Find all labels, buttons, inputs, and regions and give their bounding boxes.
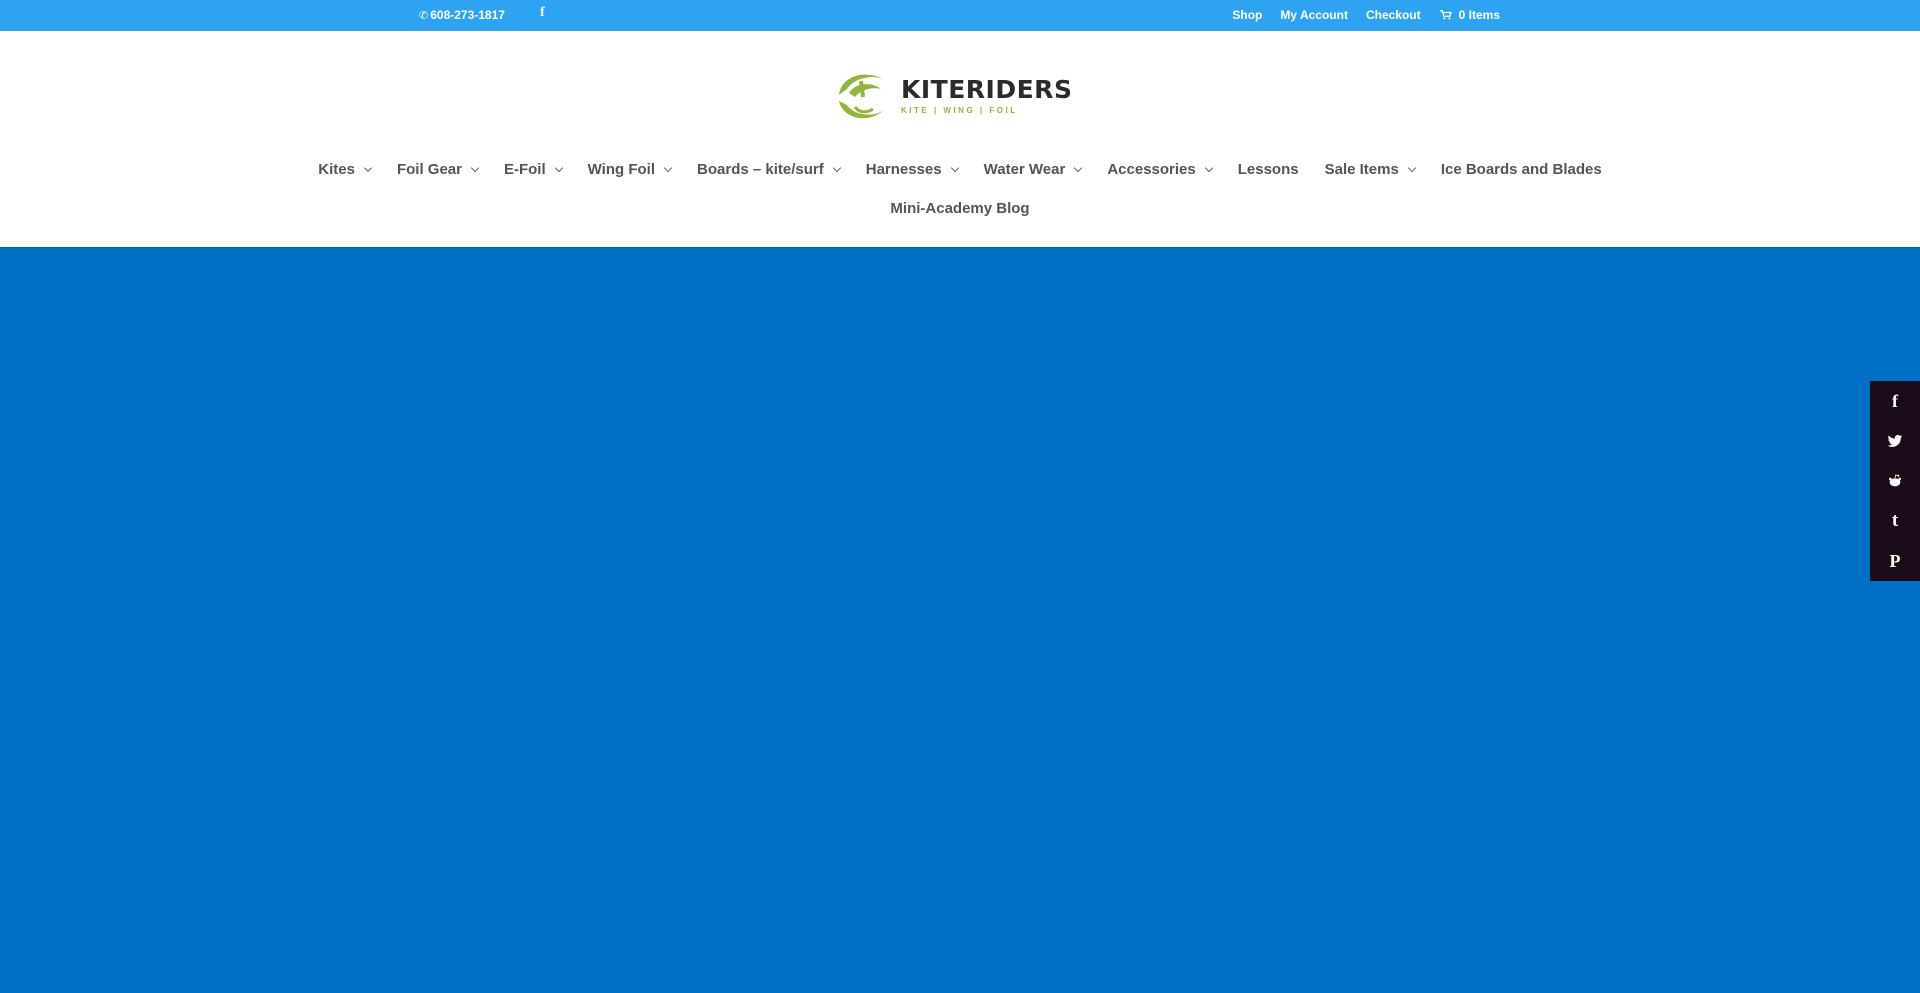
chevron-down-icon — [1204, 163, 1213, 173]
logo-text: KITERIDERS KITE | WING | FOIL — [901, 77, 1072, 115]
chevron-down-icon — [950, 163, 959, 173]
nav-item-harnesses[interactable]: Harnesses — [865, 161, 959, 178]
nav-item-label: Sale Items — [1324, 161, 1399, 178]
cart-link[interactable]: 0 Items — [1439, 8, 1500, 22]
site-header: KITERIDERS KITE | WING | FOIL Kites Foil … — [0, 31, 1920, 247]
nav-item-ice-boards-and-blades[interactable]: Ice Boards and Blades — [1441, 161, 1602, 178]
phone-text: 608-273-1817 — [430, 8, 505, 22]
nav-item-boards-kite-surf[interactable]: Boards – kite/surf — [697, 161, 841, 178]
nav-item-water-wear[interactable]: Water Wear — [983, 161, 1083, 178]
top-bar: ✆ 608-273-1817 f Shop My Account Checkou… — [0, 0, 1920, 31]
pinterest-icon: P — [1889, 550, 1901, 571]
facebook-icon[interactable]: f — [540, 5, 545, 21]
nav-item-label: Lessons — [1237, 161, 1299, 178]
nav-item-label: E-Foil — [503, 161, 546, 178]
nav-row: Mini-Academy Blog — [0, 200, 1920, 217]
nav-item-mini-academy-blog[interactable]: Mini-Academy Blog — [890, 200, 1029, 217]
phone-icon: ✆ — [419, 9, 429, 22]
chevron-down-icon — [554, 163, 563, 173]
nav-item-kites[interactable]: Kites — [318, 161, 373, 178]
facebook-icon: f — [1892, 390, 1898, 411]
nav-item-lessons[interactable]: Lessons — [1238, 161, 1299, 178]
checkout-link[interactable]: Checkout — [1366, 8, 1421, 22]
chevron-down-icon — [470, 163, 480, 173]
social-share-bar: f t P — [1870, 381, 1920, 581]
cart-count: 0 Items — [1458, 8, 1500, 22]
nav-item-label: Accessories — [1107, 161, 1196, 178]
nav-item-accessories[interactable]: Accessories — [1107, 161, 1213, 178]
reddit-icon — [1889, 474, 1901, 487]
nav-item-label: Harnesses — [865, 161, 942, 178]
nav-item-label: Wing Foil — [587, 161, 656, 178]
reddit-share-button[interactable] — [1870, 461, 1920, 501]
main-nav: Kites Foil Gear E-Foil Wing Foil Boards – ki… — [0, 161, 1920, 217]
my-account-link[interactable]: My Account — [1280, 8, 1348, 22]
chevron-down-icon — [832, 163, 841, 173]
twitter-icon — [1887, 435, 1903, 447]
logo-tagline: KITE | WING | FOIL — [901, 106, 1018, 115]
chevron-down-icon — [363, 163, 373, 173]
nav-item-label: Mini-Academy Blog — [890, 200, 1030, 217]
nav-item-sale-items[interactable]: Sale Items — [1324, 161, 1417, 178]
site-logo[interactable]: KITERIDERS KITE | WING | FOIL — [833, 65, 1089, 127]
phone-number[interactable]: ✆ 608-273-1817 — [419, 8, 505, 22]
nav-item-label: Foil Gear — [396, 161, 462, 178]
chevron-down-icon — [1074, 163, 1083, 173]
kite-logo-icon — [839, 74, 885, 119]
chevron-down-icon — [663, 163, 673, 173]
nav-item-label: Kites — [318, 161, 355, 178]
twitter-share-button[interactable] — [1870, 421, 1920, 461]
nav-item-label: Boards – kite/surf — [697, 161, 824, 178]
tumblr-icon: t — [1891, 510, 1899, 531]
nav-row: Kites Foil Gear E-Foil Wing Foil Boards – ki… — [0, 161, 1920, 178]
pinterest-share-button[interactable]: P — [1870, 541, 1920, 581]
shop-link[interactable]: Shop — [1232, 8, 1262, 22]
nav-item-label: Ice Boards and Blades — [1440, 161, 1602, 178]
nav-item-e-foil[interactable]: E-Foil — [503, 161, 563, 178]
chevron-down-icon — [1407, 163, 1417, 173]
cart-icon — [1439, 10, 1452, 20]
nav-item-wing-foil[interactable]: Wing Foil — [587, 161, 673, 178]
facebook-share-button[interactable]: f — [1870, 381, 1920, 421]
tumblr-share-button[interactable]: t — [1870, 501, 1920, 541]
logo-title: KITERIDERS — [901, 75, 1073, 104]
top-links: Shop My Account Checkout 0 Items — [1232, 8, 1500, 22]
nav-item-label: Water Wear — [983, 161, 1066, 178]
nav-item-foil-gear[interactable]: Foil Gear — [396, 161, 480, 178]
